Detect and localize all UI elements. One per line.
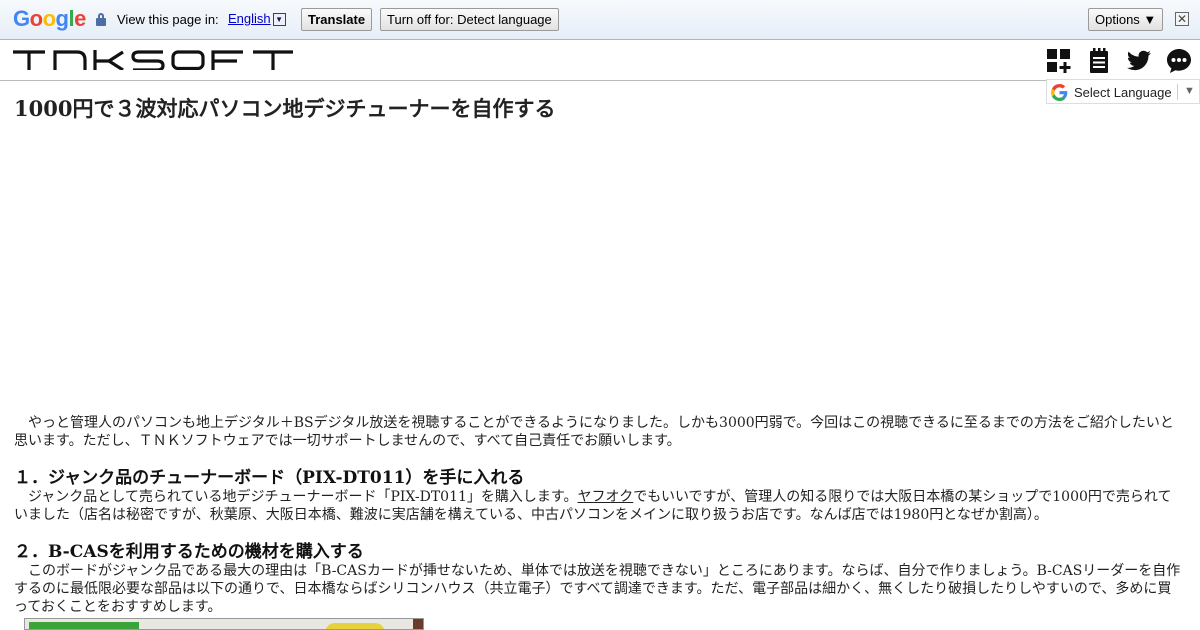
- options-button[interactable]: Options ▼: [1088, 8, 1164, 31]
- lock-icon: [96, 13, 106, 26]
- article-photo: [24, 618, 424, 630]
- chat-icon[interactable]: [1166, 48, 1192, 74]
- section-heading-1: １．ジャンク品のチューナーボード（PIX-DT011）を手に入れる: [14, 468, 525, 488]
- site-logo[interactable]: [13, 50, 295, 74]
- view-page-in-label: View this page in:: [117, 12, 219, 27]
- tnksoft-logo: [13, 50, 293, 72]
- google-logo: Google: [13, 6, 86, 31]
- translate-bar: Google View this page in: English ▼ Trans…: [0, 0, 1200, 40]
- notepad-icon[interactable]: [1086, 48, 1112, 74]
- ad-placeholder: [14, 122, 1184, 414]
- section-heading-2: ２．B-CASを利用するための機材を購入する: [14, 542, 364, 562]
- apps-add-icon[interactable]: [1046, 48, 1072, 74]
- section-2-paragraph: このボードがジャンク品である最大の理由は「B-CASカードが挿せないため、単体で…: [14, 563, 1181, 615]
- language-link[interactable]: English ▼: [228, 11, 286, 26]
- turn-off-button[interactable]: Turn off for: Detect language: [380, 8, 559, 31]
- section-1-paragraph: ジャンク品として売られている地デジチューナーボード「PIX-DT011」を購入し…: [14, 489, 1172, 523]
- close-icon[interactable]: ✕: [1175, 12, 1189, 26]
- intro-paragraph: やっと管理人のパソコンも地上デジタル＋BSデジタル放送を視聴することができるよう…: [14, 415, 1174, 449]
- header-icons: [1040, 48, 1200, 74]
- translate-button[interactable]: Translate: [301, 8, 373, 31]
- site-header: [0, 40, 1200, 81]
- chevron-down-icon[interactable]: ▼: [272, 13, 286, 26]
- page-title: 1000円で３波対応パソコン地デジチューナーを自作する: [14, 96, 556, 121]
- article: 1000円で３波対応パソコン地デジチューナーを自作する やっと管理人のパソコンも…: [14, 96, 1184, 616]
- yahoo-auction-link[interactable]: ヤフオク: [578, 489, 634, 505]
- twitter-icon[interactable]: [1126, 48, 1152, 74]
- chevron-down-icon: ▼: [1184, 85, 1195, 97]
